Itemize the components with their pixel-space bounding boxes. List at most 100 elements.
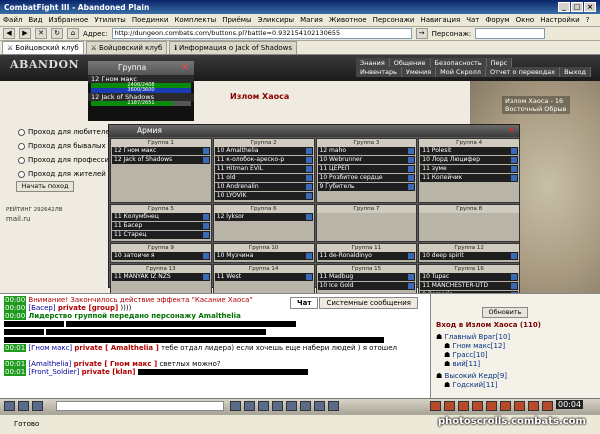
fight-icon[interactable]: [430, 401, 441, 411]
potion-icon[interactable]: [458, 401, 469, 411]
back-icon[interactable]: ◀: [3, 28, 15, 39]
group-icon[interactable]: [500, 401, 511, 411]
player-entry[interactable]: ☗ Главный Враг[10]: [436, 333, 510, 341]
group-panel-header[interactable]: Группа: [88, 61, 194, 75]
army-member[interactable]: 11 Копейчик: [420, 174, 518, 182]
army-member[interactable]: 12 lyksor: [214, 213, 313, 221]
info-icon[interactable]: [511, 148, 517, 154]
army-member[interactable]: 10 Tupac: [420, 273, 518, 281]
radio-button[interactable]: [18, 170, 25, 178]
scroll-icon[interactable]: [300, 401, 311, 411]
army-member[interactable]: 11 ЦЕРЕП: [317, 165, 416, 173]
menu-view[interactable]: Вид: [28, 16, 42, 24]
army-member[interactable]: 10 LYOVIK: [214, 192, 313, 200]
forward-icon[interactable]: ▶: [19, 28, 31, 39]
chat-input[interactable]: [56, 401, 224, 411]
army-member[interactable]: 11 de-Ronaldinyo: [317, 252, 416, 260]
info-icon[interactable]: [305, 184, 312, 190]
address-input[interactable]: http://dungeon.combats.com/buttons.pl?ba…: [111, 28, 412, 39]
info-icon[interactable]: [202, 232, 209, 238]
info-icon[interactable]: [305, 193, 312, 199]
scroll-magic-icon[interactable]: [472, 401, 483, 411]
clear-icon[interactable]: [244, 401, 255, 411]
army-member[interactable]: 10 Розбитое сердце: [317, 174, 416, 182]
radio-button[interactable]: [18, 156, 25, 164]
menu-forum[interactable]: Форум: [485, 16, 509, 24]
info-icon[interactable]: [408, 283, 415, 289]
army-member[interactable]: 10 Лорд Люцифер: [420, 156, 518, 164]
army-dialog-header[interactable]: Армия ✕: [109, 125, 519, 137]
info-icon[interactable]: [305, 274, 312, 280]
music-icon[interactable]: [328, 401, 339, 411]
option-row-4[interactable]: Проход для жителей: [18, 170, 106, 178]
radio-button[interactable]: [18, 142, 25, 150]
menu-window[interactable]: Окно: [516, 16, 535, 24]
smile-icon[interactable]: [32, 401, 43, 411]
army-member[interactable]: 12 Гном макс: [112, 147, 210, 155]
menu-file[interactable]: Файл: [3, 16, 22, 24]
menu-utilities[interactable]: Утилиты: [94, 16, 126, 24]
tab-system-messages[interactable]: Системные сообщения: [319, 297, 418, 309]
info-icon[interactable]: [511, 283, 517, 289]
info-icon[interactable]: [202, 157, 209, 163]
army-member[interactable]: 11 Polesit: [420, 147, 518, 155]
maximize-button[interactable]: □: [571, 2, 583, 12]
menu-chat[interactable]: Чат: [466, 16, 479, 24]
nav-transfer-report[interactable]: Отчет о переводах: [485, 67, 561, 77]
army-member[interactable]: 11 West: [214, 273, 313, 281]
trade-icon[interactable]: [514, 401, 525, 411]
option-row-2[interactable]: Проход для бывалых б: [18, 142, 112, 150]
quest-icon[interactable]: [542, 401, 553, 411]
army-member[interactable]: 11 old: [214, 174, 313, 182]
close-icon[interactable]: ✕: [507, 125, 515, 137]
army-member[interactable]: 11 Hitman EVIL: [214, 165, 313, 173]
info-icon[interactable]: [408, 274, 415, 280]
refresh-button[interactable]: Обновить: [482, 307, 528, 318]
menu-characters[interactable]: Персонажи: [373, 16, 415, 24]
log-icon[interactable]: [314, 401, 325, 411]
player-entry[interactable]: ☗ Грасс[10]: [444, 351, 488, 359]
info-icon[interactable]: [305, 175, 312, 181]
info-icon[interactable]: [511, 175, 517, 181]
info-icon[interactable]: [408, 148, 415, 154]
player-entry[interactable]: ☗ Гном макс[12]: [444, 342, 505, 350]
menu-navigation[interactable]: Навигация: [420, 16, 460, 24]
army-member[interactable]: 10 затоичи я: [112, 252, 210, 260]
info-icon[interactable]: [305, 148, 312, 154]
army-member[interactable]: 12 maho: [317, 147, 416, 155]
option-row-1[interactable]: Проход для любителей: [18, 128, 114, 136]
info-icon[interactable]: [511, 166, 517, 172]
menu-skills[interactable]: Приёмы: [222, 16, 251, 24]
start-journey-button[interactable]: Начать поход: [16, 181, 74, 192]
info-icon[interactable]: [305, 157, 312, 163]
mail-icon[interactable]: [528, 401, 539, 411]
menu-favorites[interactable]: Избранное: [49, 16, 89, 24]
menu-help[interactable]: ?: [586, 16, 590, 24]
info-icon[interactable]: [511, 274, 517, 280]
army-member[interactable]: 11 зуме: [420, 165, 518, 173]
nav-exit[interactable]: Выход: [560, 67, 592, 77]
filter-icon[interactable]: [258, 401, 269, 411]
army-member[interactable]: 11 Старец: [112, 231, 210, 239]
player-entry[interactable]: ☗ Годский[11]: [444, 381, 497, 389]
menu-sets[interactable]: Комплекты: [174, 16, 216, 24]
army-member[interactable]: 10 Ice Gold: [317, 282, 416, 290]
army-member[interactable]: 12 Jack of Shadows: [112, 156, 210, 164]
settings-icon[interactable]: [18, 401, 29, 411]
info-icon[interactable]: [408, 175, 415, 181]
player-entry[interactable]: ☗ Высокий Кедр[9]: [436, 372, 507, 380]
shield-icon[interactable]: [444, 401, 455, 411]
info-icon[interactable]: [202, 214, 209, 220]
tab-fight-club-2[interactable]: ⚔ Бойцовский клуб: [85, 41, 168, 54]
info-icon[interactable]: [202, 223, 209, 229]
info-icon[interactable]: [202, 148, 209, 154]
menu-elixirs[interactable]: Эликсиры: [258, 16, 295, 24]
info-icon[interactable]: [408, 253, 415, 259]
army-member[interactable]: 11 Колумбнец: [112, 213, 210, 221]
nav-my-scroll[interactable]: Мой Скролл: [436, 67, 486, 77]
menu-duels[interactable]: Поединки: [132, 16, 169, 24]
menu-magic[interactable]: Магия: [300, 16, 323, 24]
army-member[interactable]: 10 Amalthelia: [214, 147, 313, 155]
info-icon[interactable]: [408, 166, 415, 172]
refresh-icon[interactable]: ↻: [51, 28, 63, 39]
